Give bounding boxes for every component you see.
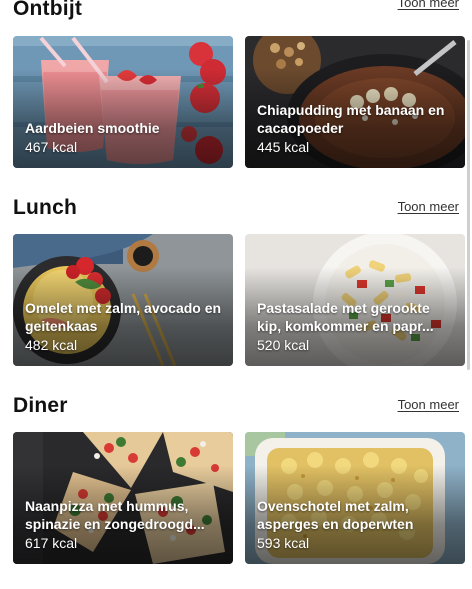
card-text: Omelet met zalm, avocado en geitenkaas 4… <box>25 299 225 354</box>
scrollbar[interactable] <box>467 40 470 370</box>
recipe-title: Ovenschotel met zalm, asperges en doperw… <box>257 498 414 532</box>
recipe-kcal: 467 kcal <box>25 139 78 155</box>
recipe-title: Aardbeien smoothie <box>25 120 160 136</box>
card-text: Pastasalade met gerookte kip, komkommer … <box>257 299 457 354</box>
recipe-title: Omelet met zalm, avocado en geitenkaas <box>25 300 222 334</box>
section-title: Lunch <box>13 196 77 219</box>
card-text: Naanpizza met hummus, spinazie en zonged… <box>25 497 225 552</box>
recipe-card[interactable]: Aardbeien smoothie 467 kcal <box>13 36 233 168</box>
card-text: Chiapudding met banaan en cacaopoeder 44… <box>257 101 457 156</box>
section-header: Diner Toon meer <box>13 394 459 424</box>
recipe-kcal: 593 kcal <box>257 535 310 551</box>
recipe-kcal: 445 kcal <box>257 139 310 155</box>
section-header: Lunch Toon meer <box>13 196 459 226</box>
section-title: Diner <box>13 394 68 417</box>
see-more-link[interactable]: Toon meer <box>398 199 459 214</box>
section-title: Ontbijt <box>13 0 83 20</box>
section-breakfast: Ontbijt Toon meer Aardbeien smoothie 467… <box>13 0 465 168</box>
recipe-cards: Omelet met zalm, avocado en geitenkaas 4… <box>13 234 465 366</box>
recipe-cards: Aardbeien smoothie 467 kcal Chiapudding … <box>13 36 465 168</box>
recipe-title: Naanpizza met hummus, spinazie en zonged… <box>25 498 205 532</box>
recipe-card[interactable]: Naanpizza met hummus, spinazie en zonged… <box>13 432 233 564</box>
card-text: Aardbeien smoothie 467 kcal <box>25 119 225 156</box>
recipe-title: Pastasalade met gerookte kip, komkommer … <box>257 300 434 334</box>
card-text: Ovenschotel met zalm, asperges en doperw… <box>257 497 457 552</box>
section-lunch: Lunch Toon meer Omelet met zalm, avocado… <box>13 196 465 366</box>
section-dinner: Diner Toon meer Naanpizza met hummus, sp… <box>13 394 465 564</box>
recipe-card[interactable]: Ovenschotel met zalm, asperges en doperw… <box>245 432 465 564</box>
see-more-link[interactable]: Toon meer <box>398 397 459 412</box>
see-more-link[interactable]: Toon meer <box>398 0 459 10</box>
recipe-kcal: 617 kcal <box>25 535 78 551</box>
recipe-cards: Naanpizza met hummus, spinazie en zonged… <box>13 432 465 564</box>
recipe-card[interactable]: Chiapudding met banaan en cacaopoeder 44… <box>245 36 465 168</box>
section-header: Ontbijt Toon meer <box>13 0 459 27</box>
recipe-title: Chiapudding met banaan en cacaopoeder <box>257 102 445 136</box>
recipes-screen: Ontbijt Toon meer Aardbeien smoothie 467… <box>0 0 472 589</box>
recipe-card[interactable]: Omelet met zalm, avocado en geitenkaas 4… <box>13 234 233 366</box>
recipe-kcal: 482 kcal <box>25 337 78 353</box>
recipe-kcal: 520 kcal <box>257 337 310 353</box>
recipe-card[interactable]: Pastasalade met gerookte kip, komkommer … <box>245 234 465 366</box>
